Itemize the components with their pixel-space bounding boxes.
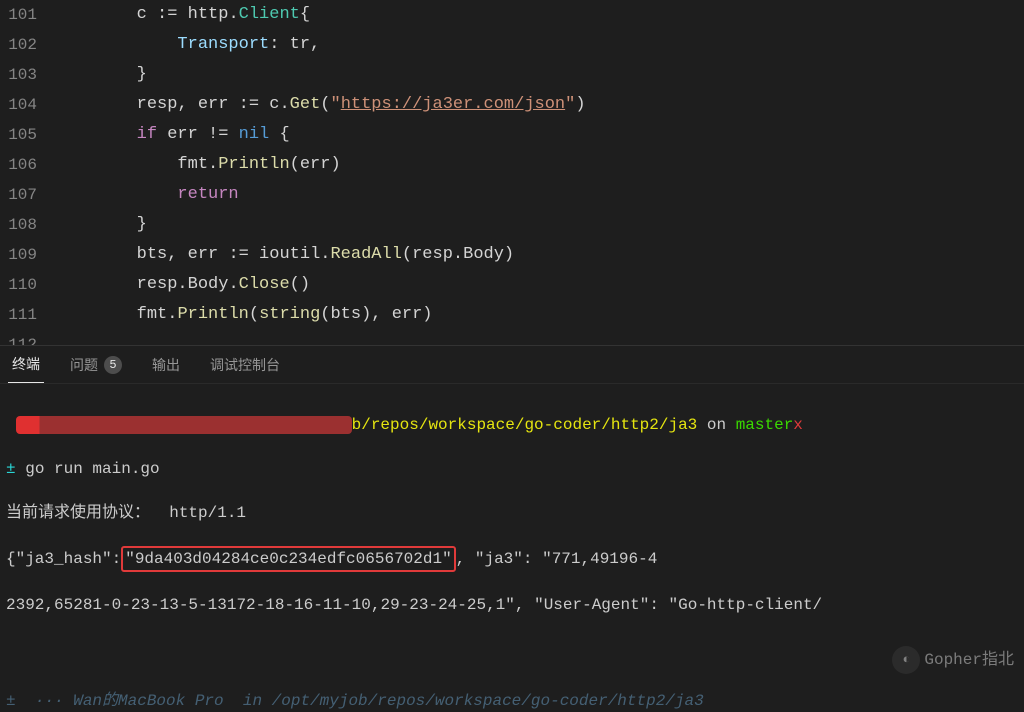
- code-line[interactable]: resp, err := c.Get("https://ja3er.com/js…: [55, 90, 1024, 120]
- tab-terminal[interactable]: 终端: [8, 346, 44, 383]
- line-number: 109: [0, 240, 37, 270]
- line-number: 107: [0, 180, 37, 210]
- code-line[interactable]: fmt.Println(string(bts), err): [55, 300, 1024, 330]
- code-line[interactable]: [55, 330, 1024, 345]
- terminal-line-prompt: b/repos/workspace/go-coder/http2/ja3 on …: [6, 414, 1018, 436]
- line-number: 105: [0, 120, 37, 150]
- terminal-line-faded: ± ··· Wan的MacBook Pro in /opt/myjob/repo…: [0, 690, 1024, 712]
- line-number-gutter: 101102103104105106107108109110111112: [0, 0, 55, 345]
- wechat-icon: ◐: [892, 646, 920, 674]
- tab-output[interactable]: 输出: [148, 347, 184, 383]
- terminal-line-proto: 当前请求使用协议： http/1.1: [6, 502, 1018, 524]
- code-line[interactable]: bts, err := ioutil.ReadAll(resp.Body): [55, 240, 1024, 270]
- problems-count-badge: 5: [104, 356, 122, 374]
- watermark: ◐ Gopher指北: [892, 646, 1014, 674]
- line-number: 102: [0, 30, 37, 60]
- tab-debug-console[interactable]: 调试控制台: [206, 347, 284, 383]
- git-branch: master: [736, 416, 794, 434]
- code-line[interactable]: }: [55, 210, 1024, 240]
- ja3-hash-highlight: "9da403d04284ce0c234edfc0656702d1": [121, 546, 455, 572]
- redacted-block: [16, 416, 352, 434]
- prompt-symbol: ±: [6, 460, 16, 478]
- bottom-panel: 终端 问题 5 输出 调试控制台 b/repos/workspace/go-co…: [0, 345, 1024, 579]
- code-line[interactable]: c := http.Client{: [55, 0, 1024, 30]
- code-line[interactable]: fmt.Println(err): [55, 150, 1024, 180]
- code-content[interactable]: c := http.Client{ Transport: tr, } resp,…: [55, 0, 1024, 345]
- code-line[interactable]: }: [55, 60, 1024, 90]
- git-dirty-icon: x: [793, 416, 803, 434]
- terminal-line-json1: {"ja3_hash":"9da403d04284ce0c234edfc0656…: [6, 546, 1018, 572]
- terminal-line-cmd: ± go run main.go: [6, 458, 1018, 480]
- code-line[interactable]: Transport: tr,: [55, 30, 1024, 60]
- tab-problems[interactable]: 问题 5: [66, 347, 126, 383]
- terminal-cwd: b/repos/workspace/go-coder/http2/ja3: [352, 416, 698, 434]
- line-number: 103: [0, 60, 37, 90]
- code-line[interactable]: if err != nil {: [55, 120, 1024, 150]
- tab-problems-label: 问题: [70, 355, 98, 375]
- line-number: 111: [0, 300, 37, 330]
- line-number: 112: [0, 330, 37, 345]
- line-number: 106: [0, 150, 37, 180]
- line-number: 110: [0, 270, 37, 300]
- terminal-line-json2: 2392,65281-0-23-13-5-13172-18-16-11-10,2…: [6, 594, 1018, 616]
- code-line[interactable]: return: [55, 180, 1024, 210]
- code-editor[interactable]: 101102103104105106107108109110111112 c :…: [0, 0, 1024, 345]
- line-number: 101: [0, 0, 37, 30]
- line-number: 108: [0, 210, 37, 240]
- code-line[interactable]: resp.Body.Close(): [55, 270, 1024, 300]
- line-number: 104: [0, 90, 37, 120]
- panel-tabs: 终端 问题 5 输出 调试控制台: [0, 346, 1024, 384]
- terminal-content[interactable]: b/repos/workspace/go-coder/http2/ja3 on …: [0, 384, 1024, 712]
